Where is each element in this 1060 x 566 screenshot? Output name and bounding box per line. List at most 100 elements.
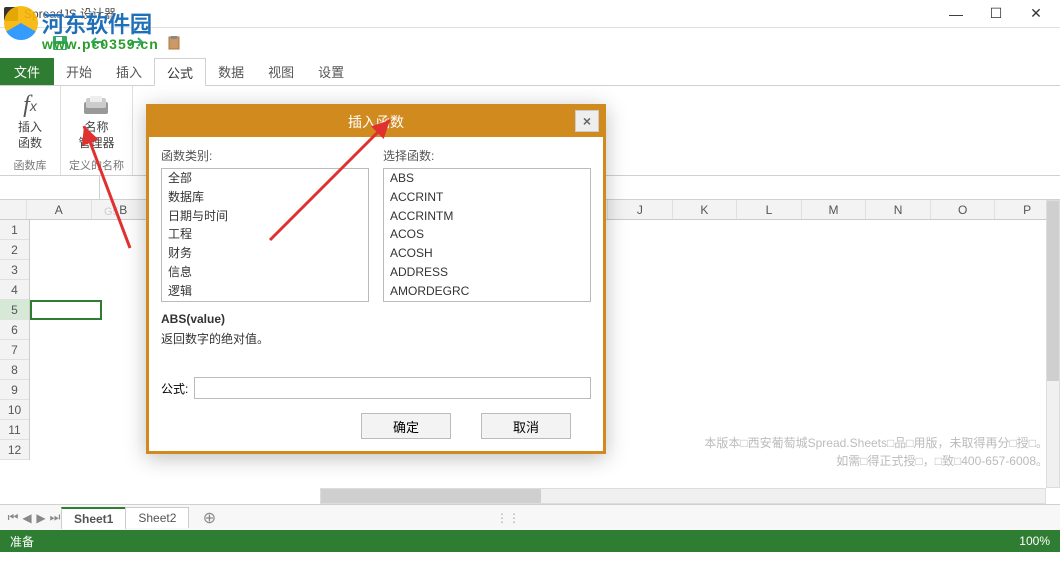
- name-manager-label-2: 管理器: [78, 136, 114, 152]
- group-label-names: 定义的名称: [69, 157, 124, 173]
- trial-watermark: 本版本□西安葡萄城Spread.Sheets□品□用版，未取得再分□授□。 如需…: [704, 434, 1048, 470]
- tab-start[interactable]: 开始: [54, 58, 104, 85]
- fx-icon: fx: [14, 92, 46, 120]
- namebox-ghost: G5: [104, 206, 119, 218]
- insert-function-dialog: 插入函数 × 函数类别: 全部 数据库 日期与时间 工程 财务 信息 逻辑 查找…: [146, 104, 606, 454]
- row-header[interactable]: 1: [0, 220, 29, 240]
- quick-access-toolbar: [0, 28, 1060, 58]
- col-header[interactable]: M: [802, 200, 867, 219]
- list-item[interactable]: 查找与引用: [162, 301, 368, 302]
- list-item[interactable]: 信息: [162, 263, 368, 282]
- col-header[interactable]: L: [737, 200, 802, 219]
- v-scroll-thumb[interactable]: [1047, 201, 1059, 381]
- maximize-button[interactable]: ☐: [976, 0, 1016, 28]
- vertical-scrollbar[interactable]: [1046, 200, 1060, 488]
- row-header[interactable]: 2: [0, 240, 29, 260]
- titlebar: SpreadJS 设计器 — ☐ ✕: [0, 0, 1060, 28]
- col-header[interactable]: A: [27, 200, 92, 219]
- col-header[interactable]: O: [931, 200, 996, 219]
- ribbon-group-function-library: fx 插入 函数 函数库: [0, 86, 61, 175]
- minimize-button[interactable]: —: [936, 0, 976, 28]
- paste-icon[interactable]: [164, 33, 184, 53]
- col-header[interactable]: K: [673, 200, 738, 219]
- function-listbox[interactable]: ABS ACCRINT ACCRINTM ACOS ACOSH ADDRESS …: [383, 168, 591, 302]
- list-item[interactable]: 工程: [162, 225, 368, 244]
- row-headers: 1 2 3 4 5 6 7 8 9 10 11 12: [0, 220, 30, 460]
- row-header[interactable]: 3: [0, 260, 29, 280]
- name-manager-label-1: 名称: [84, 120, 108, 136]
- list-item[interactable]: 数据库: [162, 188, 368, 207]
- row-header-selected[interactable]: 5: [0, 300, 29, 320]
- list-item[interactable]: ACOS: [384, 225, 590, 244]
- name-manager-button[interactable]: 名称 管理器: [72, 90, 120, 153]
- row-header[interactable]: 7: [0, 340, 29, 360]
- trial-line-1: 本版本□西安葡萄城Spread.Sheets□品□用版，未取得再分□授□。: [704, 434, 1048, 452]
- save-icon[interactable]: [50, 33, 70, 53]
- row-header[interactable]: 9: [0, 380, 29, 400]
- ribbon-tabs: 文件 开始 插入 公式 数据 视图 设置: [0, 58, 1060, 86]
- list-item[interactable]: AMORLINC: [384, 301, 590, 302]
- tab-splitter[interactable]: ⋮⋮: [496, 511, 520, 525]
- tab-file[interactable]: 文件: [0, 58, 54, 85]
- tab-insert[interactable]: 插入: [104, 58, 154, 85]
- row-header[interactable]: 11: [0, 420, 29, 440]
- active-cell[interactable]: [30, 300, 102, 320]
- category-listbox[interactable]: 全部 数据库 日期与时间 工程 财务 信息 逻辑 查找与引用 数学与三角函数: [161, 168, 369, 302]
- sheet-nav-last-icon[interactable]: ⏭: [48, 510, 62, 525]
- zoom-level[interactable]: 100%: [1019, 534, 1050, 548]
- list-item[interactable]: AMORDEGRC: [384, 282, 590, 301]
- sheet-nav-next-icon[interactable]: ▶: [34, 511, 48, 525]
- tab-settings[interactable]: 设置: [306, 58, 356, 85]
- book-icon: [80, 92, 112, 120]
- tab-formula[interactable]: 公式: [154, 58, 206, 86]
- formula-input[interactable]: [194, 377, 591, 399]
- row-header[interactable]: 10: [0, 400, 29, 420]
- redo-icon[interactable]: [126, 33, 146, 53]
- insert-function-label-2: 函数: [18, 136, 42, 152]
- insert-function-button[interactable]: fx 插入 函数: [8, 90, 52, 153]
- list-item[interactable]: 全部: [162, 169, 368, 188]
- name-box[interactable]: [0, 176, 100, 199]
- col-header[interactable]: J: [608, 200, 673, 219]
- list-item[interactable]: ACCRINTM: [384, 207, 590, 226]
- status-text: 准备: [10, 533, 34, 550]
- row-header[interactable]: 6: [0, 320, 29, 340]
- function-desc-text: 返回数字的绝对值。: [161, 330, 591, 347]
- row-header[interactable]: 4: [0, 280, 29, 300]
- list-item[interactable]: ADDRESS: [384, 263, 590, 282]
- group-label-functions: 函数库: [14, 157, 47, 173]
- tab-data[interactable]: 数据: [206, 58, 256, 85]
- row-header[interactable]: 12: [0, 440, 29, 460]
- sheet-tab-2[interactable]: Sheet2: [125, 507, 189, 528]
- tab-view[interactable]: 视图: [256, 58, 306, 85]
- list-item[interactable]: 财务: [162, 244, 368, 263]
- ok-button[interactable]: 确定: [361, 413, 451, 439]
- app-icon: [4, 7, 18, 21]
- category-label: 函数类别:: [161, 147, 369, 164]
- list-item[interactable]: ACCRINT: [384, 188, 590, 207]
- ribbon-group-names: 名称 管理器 定义的名称: [61, 86, 133, 175]
- undo-icon[interactable]: [88, 33, 108, 53]
- sheet-tab-1[interactable]: Sheet1: [61, 507, 126, 529]
- insert-function-label-1: 插入: [18, 120, 42, 136]
- col-header[interactable]: N: [866, 200, 931, 219]
- horizontal-scrollbar[interactable]: [320, 488, 1046, 504]
- list-item[interactable]: ACOSH: [384, 244, 590, 263]
- list-item[interactable]: 日期与时间: [162, 207, 368, 226]
- close-window-button[interactable]: ✕: [1016, 0, 1056, 28]
- row-header[interactable]: 8: [0, 360, 29, 380]
- status-bar: 准备 100%: [0, 530, 1060, 552]
- cancel-button[interactable]: 取消: [481, 413, 571, 439]
- function-description: ABS(value) 返回数字的绝对值。: [161, 312, 591, 347]
- dialog-titlebar[interactable]: 插入函数 ×: [149, 107, 603, 137]
- list-item[interactable]: 逻辑: [162, 282, 368, 301]
- function-signature: ABS(value): [161, 312, 591, 326]
- sheet-nav-prev-icon[interactable]: ◀: [20, 511, 34, 525]
- sheet-tab-strip: ⏮ ◀ ▶ ⏭ Sheet1 Sheet2 ⊕ ⋮⋮: [0, 504, 1060, 530]
- add-sheet-icon[interactable]: ⊕: [197, 508, 221, 528]
- trial-line-2: 如需□得正式授□，□致□400-657-6008。: [704, 452, 1048, 470]
- h-scroll-thumb[interactable]: [321, 489, 541, 503]
- list-item[interactable]: ABS: [384, 169, 590, 188]
- dialog-close-button[interactable]: ×: [575, 110, 599, 132]
- sheet-nav-first-icon[interactable]: ⏮: [6, 510, 20, 525]
